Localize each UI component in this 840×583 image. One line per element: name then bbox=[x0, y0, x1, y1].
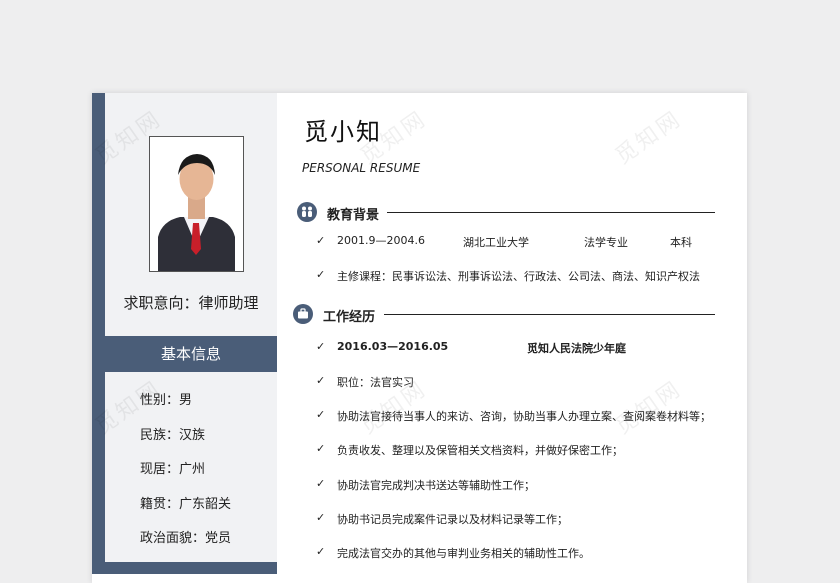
work-period: 2016.03—2016.05 bbox=[337, 340, 449, 353]
briefcase-icon bbox=[293, 304, 313, 324]
check-icon: ✓ bbox=[316, 374, 326, 387]
check-icon: ✓ bbox=[316, 545, 326, 558]
resume-name: 觅小知 bbox=[304, 118, 382, 146]
info-political-status: 政治面貌：党员 bbox=[140, 531, 232, 546]
info-hometown: 籍贯：广东韶关 bbox=[140, 497, 232, 512]
sidebar-bottom-bar bbox=[105, 562, 277, 574]
basic-info-header: 基本信息 bbox=[105, 336, 277, 372]
work-duty: 协助法官接待当事人的来访、咨询，协助当事人办理立案、查阅案卷材料等； bbox=[337, 410, 711, 423]
info-ethnicity: 民族：汉族 bbox=[140, 428, 206, 443]
profile-photo bbox=[149, 136, 244, 272]
person-portrait-icon bbox=[150, 137, 243, 271]
education-courses: 主修课程：民事诉讼法、刑事诉讼法、行政法、公司法、商法、知识产权法 bbox=[337, 270, 700, 283]
education-school: 湖北工业大学 bbox=[463, 236, 529, 249]
work-duty: 协助法官完成判决书送达等辅助性工作； bbox=[337, 479, 535, 492]
education-major: 法学专业 bbox=[584, 236, 628, 249]
info-residence: 现居：广州 bbox=[140, 462, 206, 477]
education-degree: 本科 bbox=[670, 236, 692, 249]
check-icon: ✓ bbox=[316, 340, 326, 353]
info-gender: 性别：男 bbox=[140, 393, 193, 408]
check-icon: ✓ bbox=[316, 477, 326, 490]
work-title: 工作经历 bbox=[323, 310, 376, 325]
work-divider bbox=[384, 314, 715, 315]
check-icon: ✓ bbox=[316, 234, 326, 247]
job-intent: 求职意向：律师助理 bbox=[123, 294, 259, 312]
education-title: 教育背景 bbox=[327, 208, 380, 223]
work-duty: 职位：法官实习 bbox=[337, 376, 414, 389]
work-employer: 觅知人民法院少年庭 bbox=[527, 342, 626, 355]
resume-subtitle: PERSONAL RESUME bbox=[302, 161, 421, 175]
check-icon: ✓ bbox=[316, 268, 326, 281]
check-icon: ✓ bbox=[316, 442, 326, 455]
people-icon bbox=[297, 202, 317, 222]
education-period: 2001.9—2004.6 bbox=[337, 234, 425, 247]
check-icon: ✓ bbox=[316, 408, 326, 421]
education-divider bbox=[387, 212, 715, 213]
work-duty: 完成法官交办的其他与审判业务相关的辅助性工作。 bbox=[337, 547, 590, 560]
work-duty: 协助书记员完成案件记录以及材料记录等工作； bbox=[337, 513, 568, 526]
work-duty: 负责收发、整理以及保管相关文档资料，并做好保密工作； bbox=[337, 444, 623, 457]
check-icon: ✓ bbox=[316, 511, 326, 524]
